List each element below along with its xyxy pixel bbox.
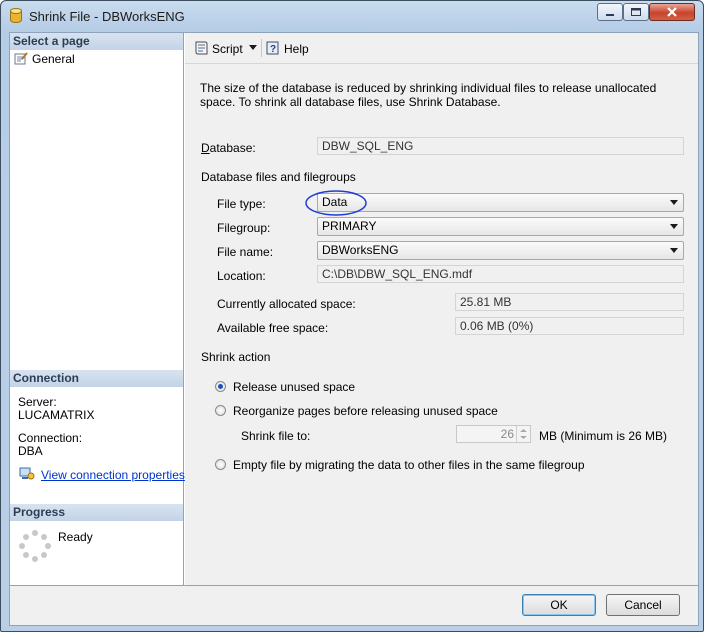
highlight-ellipse: [305, 190, 367, 216]
shrink-file-to-label: Shrink file to:: [241, 429, 311, 443]
file-name-dropdown[interactable]: DBWorksENG: [317, 241, 684, 260]
minimize-icon: [606, 14, 614, 16]
script-dropdown-arrow-icon[interactable]: [249, 45, 257, 50]
file-type-dropdown[interactable]: Data: [317, 193, 684, 212]
close-icon: [667, 7, 677, 17]
release-unused-space-label[interactable]: Release unused space: [233, 380, 355, 394]
release-unused-space-radio[interactable]: [215, 381, 226, 392]
minimize-button[interactable]: [597, 3, 623, 21]
help-label: Help: [284, 42, 309, 56]
files-group-label: Database files and filegroups: [201, 170, 356, 184]
close-button[interactable]: [649, 3, 695, 21]
location-label: Location:: [217, 269, 266, 283]
toolbar: Script ? Help: [185, 33, 698, 64]
script-button[interactable]: Script: [193, 40, 243, 56]
connection-header: Connection: [10, 370, 183, 387]
database-field: DBW_SQL_ENG: [317, 137, 684, 155]
chevron-down-icon: [670, 224, 678, 229]
ok-button[interactable]: OK: [522, 594, 596, 616]
file-type-label: File type:: [217, 197, 266, 211]
empty-file-label[interactable]: Empty file by migrating the data to othe…: [233, 458, 585, 472]
progress-spinner-icon: [19, 530, 51, 562]
view-connection-properties-link[interactable]: View connection properties: [41, 468, 185, 482]
file-name-value: DBWorksENG: [322, 243, 399, 257]
filegroup-label: Filegroup:: [217, 221, 271, 235]
cancel-button[interactable]: Cancel: [606, 594, 680, 616]
maximize-icon: [631, 8, 641, 16]
shrink-unit-note: MB (Minimum is 26 MB): [539, 429, 668, 443]
database-label: Database:: [201, 141, 256, 155]
select-page-header: Select a page: [10, 33, 183, 50]
database-icon: [10, 8, 22, 23]
script-label: Script: [212, 42, 243, 56]
description-text: The size of the database is reduced by s…: [200, 81, 657, 109]
general-page-icon: [14, 52, 28, 65]
page-item-general[interactable]: General: [14, 51, 75, 67]
connection-label: Connection:: [18, 431, 83, 445]
title-bar[interactable]: Shrink File - DBWorksENG: [1, 1, 703, 31]
dialog-body: Select a page General Connection Server:…: [9, 32, 699, 586]
help-icon: ?: [266, 41, 279, 55]
svg-text:?: ?: [270, 44, 276, 55]
filegroup-dropdown[interactable]: PRIMARY: [317, 217, 684, 236]
chevron-down-icon: [670, 248, 678, 253]
connection-properties-icon: [19, 467, 35, 480]
progress-header: Progress: [10, 504, 183, 521]
connection-value: DBA: [18, 444, 43, 458]
reorganize-pages-radio[interactable]: [215, 405, 226, 416]
free-space-label: Available free space:: [217, 321, 329, 335]
allocated-space-field: 25.81 MB: [455, 293, 684, 311]
shrink-action-label: Shrink action: [201, 350, 271, 364]
location-field: C:\DB\DBW_SQL_ENG.mdf: [317, 265, 684, 283]
help-button[interactable]: ? Help: [265, 40, 309, 56]
shrink-size-spinner[interactable]: [516, 426, 530, 442]
file-name-label: File name:: [217, 245, 274, 259]
maximize-button[interactable]: [623, 3, 649, 21]
script-icon: [195, 41, 208, 55]
window-title: Shrink File - DBWorksENG: [29, 9, 185, 24]
filegroup-value: PRIMARY: [322, 219, 377, 233]
reorganize-pages-label[interactable]: Reorganize pages before releasing unused…: [233, 404, 498, 418]
empty-file-radio[interactable]: [215, 459, 226, 470]
general-page: Script ? Help The size of the database i…: [185, 33, 698, 585]
progress-status: Ready: [58, 530, 93, 544]
server-value: LUCAMATRIX: [18, 408, 95, 422]
shrink-file-dialog: Shrink File - DBWorksENG Select a page G…: [0, 0, 704, 632]
server-label: Server:: [18, 395, 57, 409]
page-item-label: General: [32, 52, 75, 66]
spinner-arrows-icon: [520, 429, 527, 439]
toolbar-separator: [261, 39, 262, 57]
allocated-space-label: Currently allocated space:: [217, 297, 356, 311]
left-pane: Select a page General Connection Server:…: [10, 33, 185, 585]
chevron-down-icon: [670, 200, 678, 205]
free-space-field: 0.06 MB (0%): [455, 317, 684, 335]
button-bar: OK Cancel: [9, 586, 699, 626]
